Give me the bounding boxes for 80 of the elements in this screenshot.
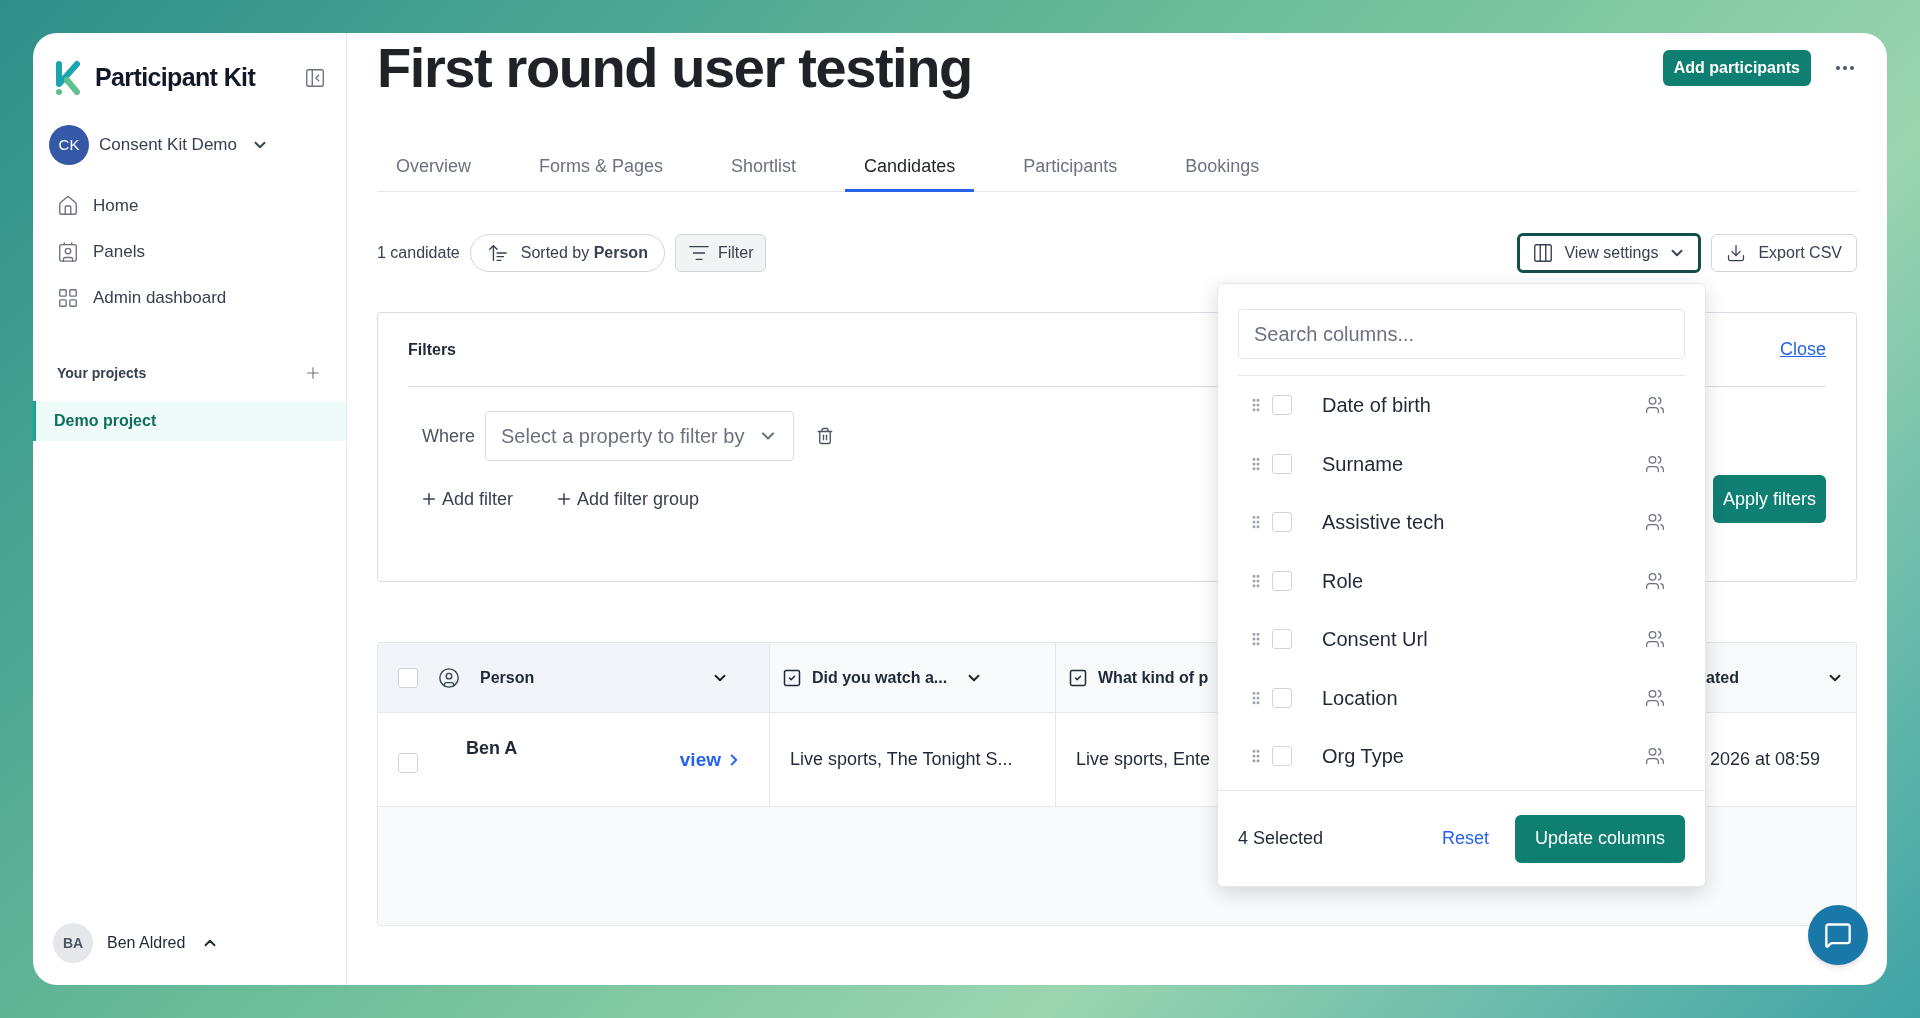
column-header[interactable]: Person bbox=[480, 665, 535, 690]
add-project-icon[interactable] bbox=[304, 364, 322, 382]
people-icon bbox=[1645, 746, 1665, 767]
download-icon bbox=[1726, 243, 1747, 263]
nav-item[interactable]: Panels bbox=[33, 229, 346, 275]
home-icon bbox=[57, 195, 79, 217]
apply-filters-button[interactable]: Apply filters bbox=[1712, 475, 1826, 523]
checkbox[interactable] bbox=[398, 753, 418, 773]
filter-button[interactable]: Filter bbox=[674, 234, 767, 272]
tab[interactable]: Bookings bbox=[1166, 143, 1279, 192]
column-option[interactable]: Assistive tech bbox=[1322, 507, 1445, 538]
column-header[interactable]: ated bbox=[1706, 665, 1739, 690]
checkbox[interactable] bbox=[1272, 512, 1292, 533]
tab[interactable]: Shortlist bbox=[712, 143, 816, 192]
table-cell-text: 2026 at 08:59 bbox=[1710, 748, 1821, 771]
project-item[interactable]: Demo project bbox=[33, 401, 346, 441]
people-icon bbox=[1645, 453, 1665, 474]
person-icon bbox=[438, 666, 460, 689]
checkbox[interactable] bbox=[1272, 687, 1292, 708]
add-filter-button[interactable]: Add filter bbox=[420, 485, 514, 513]
close-link[interactable]: Close bbox=[1779, 336, 1826, 363]
plus-icon bbox=[420, 490, 438, 508]
people-icon bbox=[1645, 629, 1665, 650]
column-option[interactable]: Consent Url bbox=[1322, 624, 1428, 655]
people-icon bbox=[1645, 570, 1665, 591]
collapse-sidebar-icon[interactable] bbox=[304, 67, 326, 89]
selected-count: 4 Selected bbox=[1238, 827, 1324, 850]
chat-button[interactable] bbox=[1808, 905, 1868, 965]
section-heading: Your projects bbox=[57, 363, 147, 383]
sort-icon bbox=[486, 242, 509, 264]
user-menu[interactable]: BA Ben Aldred bbox=[33, 923, 346, 963]
view-settings-button[interactable]: View settings bbox=[1517, 233, 1702, 273]
checkbox[interactable] bbox=[1272, 746, 1292, 767]
people-icon bbox=[1645, 395, 1665, 416]
workspace-avatar: CK bbox=[49, 125, 89, 165]
checkbox[interactable] bbox=[1272, 453, 1292, 474]
where-label: Where bbox=[422, 424, 475, 448]
table-cell-text: Live sports, The Tonight S... bbox=[790, 748, 1013, 771]
tab[interactable]: Forms & Pages bbox=[520, 143, 683, 192]
user-avatar: BA bbox=[53, 923, 93, 963]
add-filter-group-button[interactable]: Add filter group bbox=[555, 485, 700, 513]
checkbox[interactable] bbox=[1272, 395, 1292, 416]
people-icon bbox=[1645, 512, 1665, 533]
filters-title: Filters bbox=[408, 339, 456, 360]
column-option[interactable]: Org Type bbox=[1322, 741, 1404, 772]
people-icon bbox=[1645, 687, 1665, 708]
add-participants-button[interactable]: Add participants bbox=[1662, 50, 1811, 86]
delete-icon[interactable] bbox=[816, 427, 835, 445]
tab[interactable]: Overview bbox=[377, 143, 490, 192]
view-link[interactable]: view bbox=[679, 747, 743, 773]
workspace-switcher[interactable]: CK Consent Kit Demo bbox=[33, 123, 346, 167]
checkbox[interactable] bbox=[398, 667, 418, 688]
update-columns-button[interactable]: Update columns bbox=[1514, 814, 1685, 863]
property-select[interactable]: Select a property to filter by bbox=[485, 411, 795, 461]
chat-icon bbox=[1824, 921, 1852, 949]
tab[interactable]: Candidates bbox=[845, 143, 975, 192]
nav-item[interactable]: Admin dashboard bbox=[33, 275, 346, 321]
checkbox-question-icon bbox=[1068, 667, 1088, 688]
logo-icon bbox=[53, 60, 83, 96]
search-columns-field[interactable]: Search columns... bbox=[1238, 309, 1685, 359]
table-cell-text: Ben A bbox=[466, 737, 518, 759]
column-header[interactable]: What kind of p bbox=[1098, 665, 1209, 690]
column-option[interactable]: Role bbox=[1322, 565, 1364, 596]
column-header[interactable]: Did you watch a... bbox=[812, 665, 948, 690]
checkbox[interactable] bbox=[1272, 629, 1292, 650]
table-cell-text: Live sports, Ente bbox=[1076, 748, 1211, 771]
tab[interactable]: Participants bbox=[1004, 143, 1137, 192]
column-option[interactable]: Date of birth bbox=[1322, 390, 1431, 421]
candidate-count: 1 candidate bbox=[377, 243, 460, 263]
reset-button[interactable]: Reset bbox=[1441, 825, 1489, 852]
checkbox-question-icon bbox=[782, 667, 802, 688]
checkbox[interactable] bbox=[1272, 570, 1292, 591]
column-option[interactable]: Location bbox=[1322, 682, 1398, 713]
columns-icon bbox=[1532, 242, 1555, 264]
column-option[interactable]: Surname bbox=[1322, 448, 1404, 479]
nav-item[interactable]: Home bbox=[33, 183, 346, 229]
grid-icon bbox=[57, 287, 79, 309]
export-csv-button[interactable]: Export CSV bbox=[1711, 234, 1857, 272]
brand-name: Participant Kit bbox=[95, 62, 256, 94]
contact-card-icon bbox=[57, 241, 79, 263]
